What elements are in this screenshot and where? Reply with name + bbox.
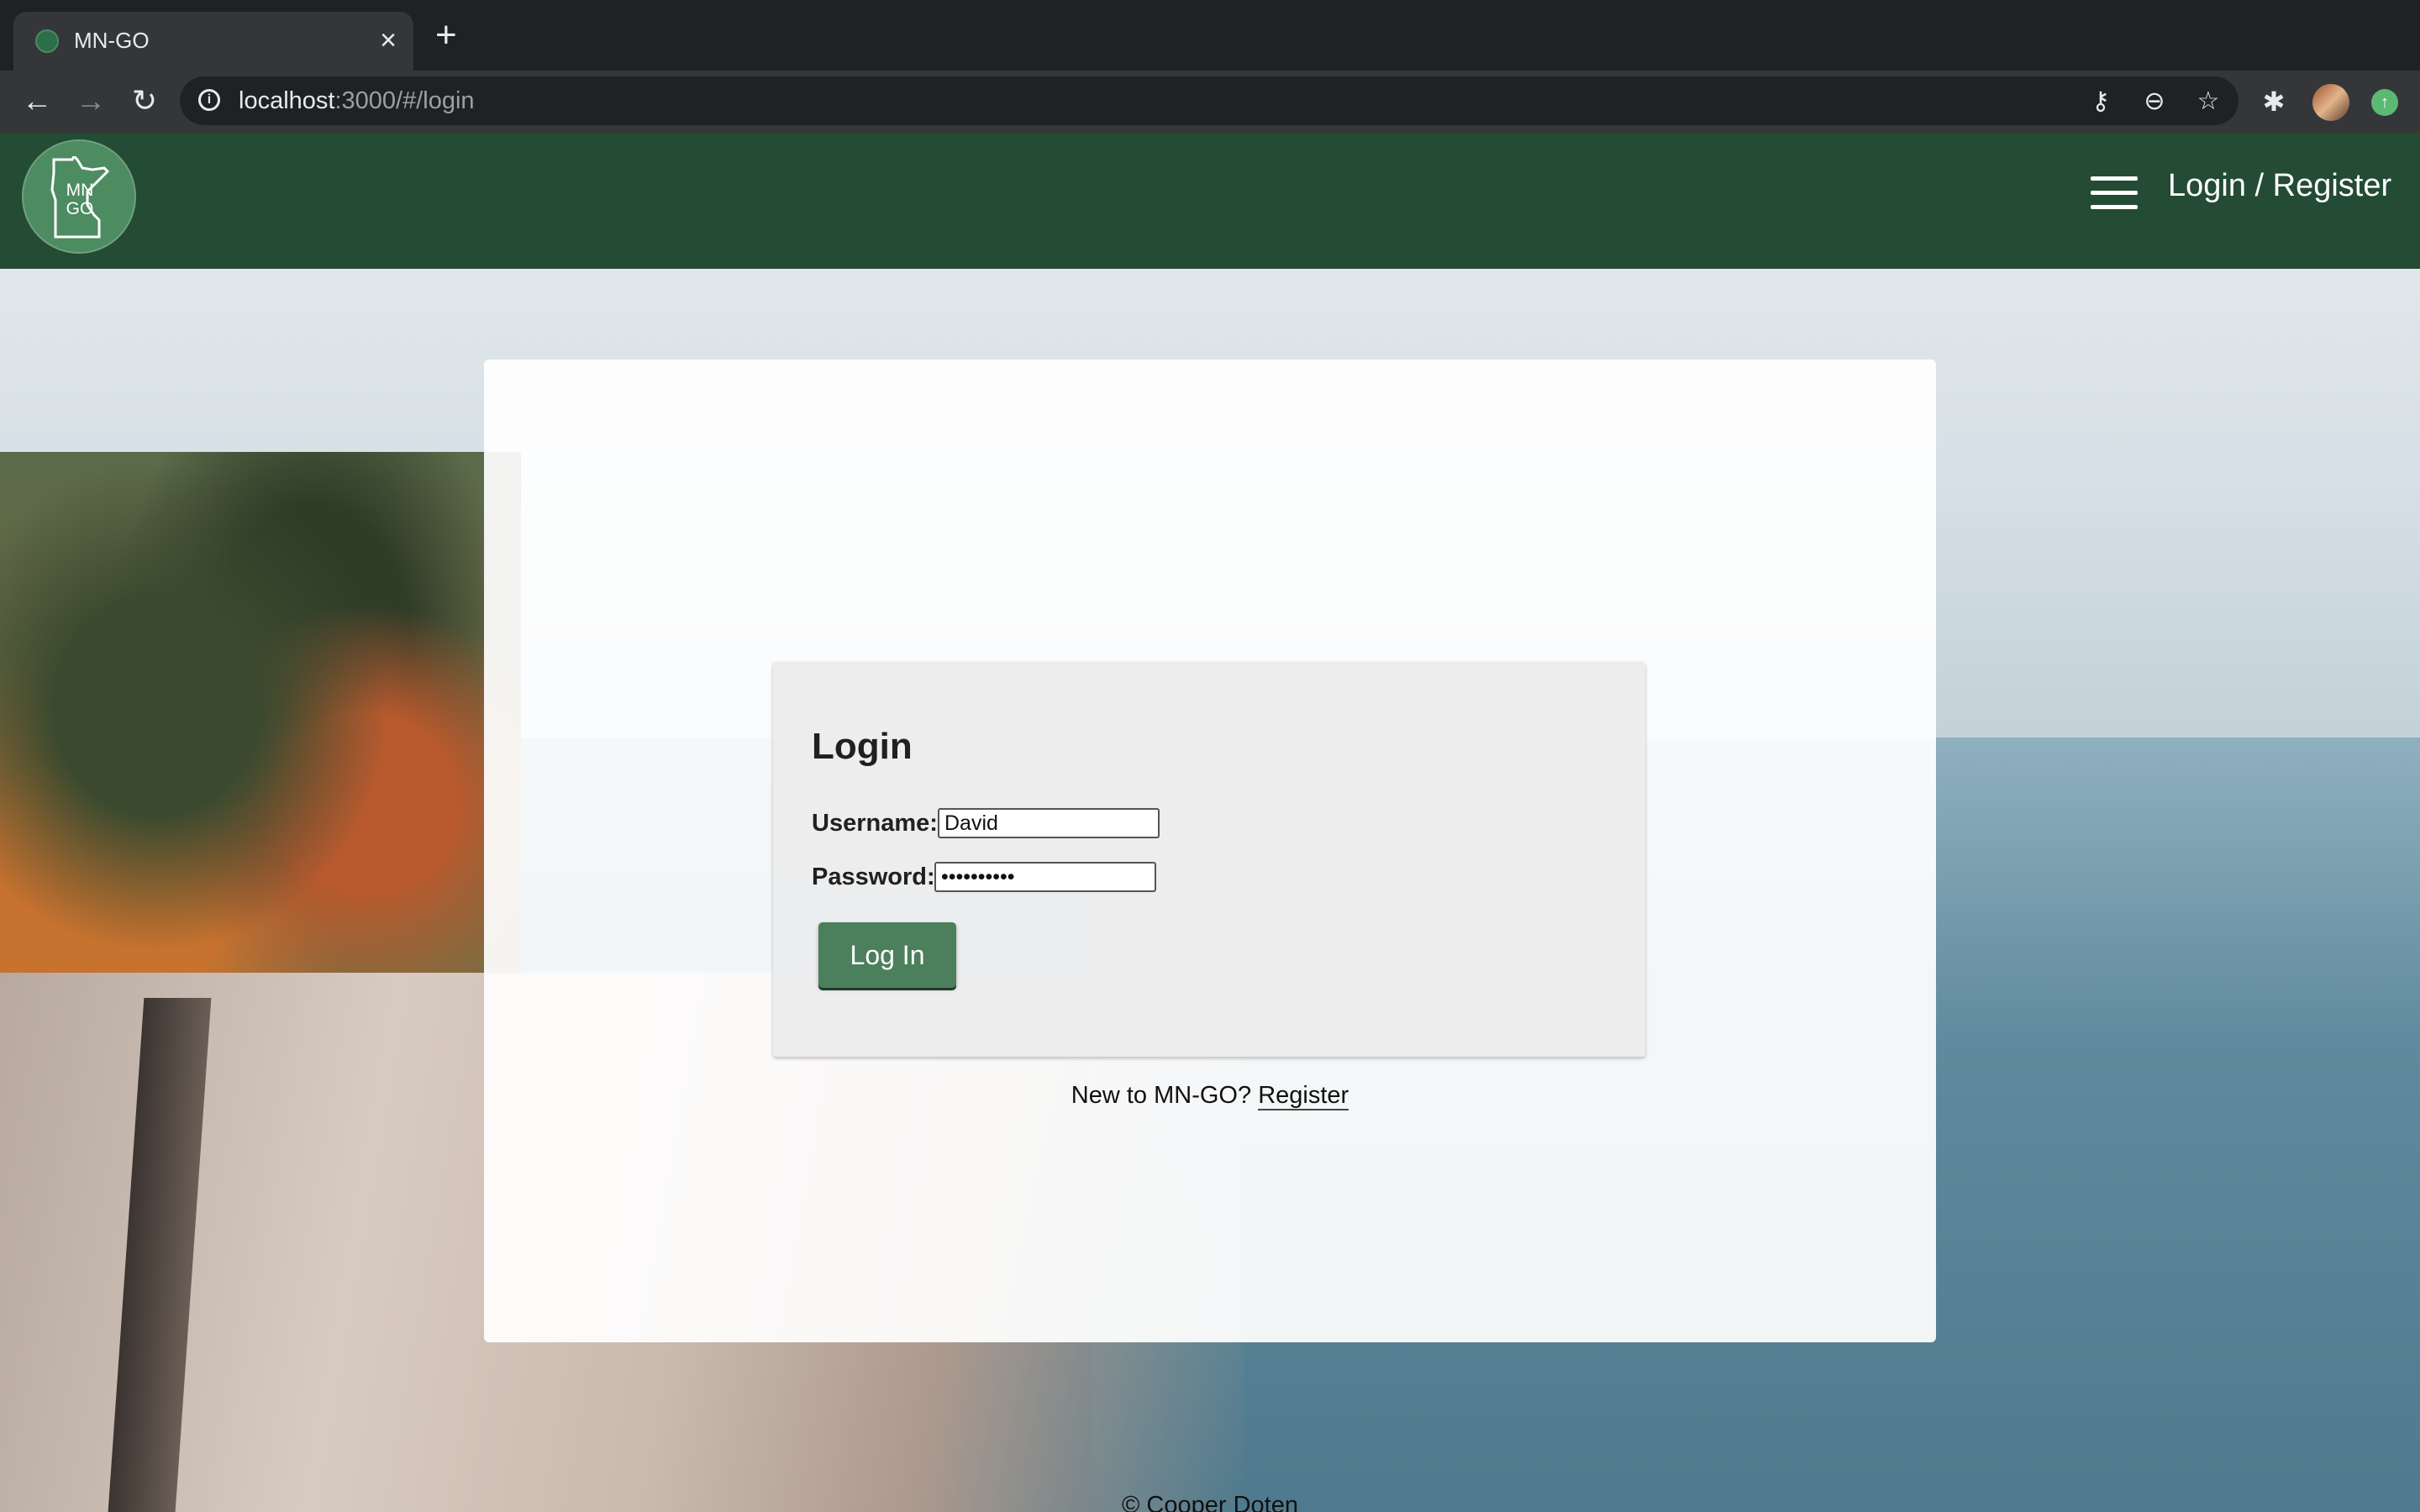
login-title: Login [812, 726, 913, 767]
info-icon[interactable]: i [198, 89, 220, 111]
star-icon[interactable]: ☆ [2191, 85, 2225, 118]
new-tab-icon[interactable]: + [435, 17, 457, 54]
forward-arrow-icon[interactable]: → [72, 82, 109, 119]
profile-avatar[interactable] [2312, 84, 2349, 121]
close-tab-icon[interactable]: × [380, 24, 397, 57]
back-arrow-icon[interactable]: ← [18, 82, 55, 119]
logo-text: MN GO [66, 181, 94, 218]
tab-title: MN-GO [74, 28, 150, 53]
address-bar[interactable]: i localhost:3000/#/login ⚷ ⊖ ☆ [180, 76, 2238, 125]
username-label: Username: [812, 810, 938, 837]
extensions-icon[interactable]: ✱ [2255, 83, 2292, 120]
browser-toolbar: ← → ↻ i localhost:3000/#/login ⚷ ⊖ ☆ ✱ ↑ [0, 71, 2420, 133]
hamburger-menu-icon[interactable] [2091, 176, 2138, 210]
update-icon[interactable]: ↑ [2371, 89, 2398, 116]
password-label: Password: [812, 864, 935, 890]
browser-tab[interactable]: MN-GO × [13, 12, 413, 71]
content-card: Login Username: Password: Log In New to … [484, 360, 1936, 1342]
site-header: MN GO Login / Register [0, 133, 2420, 269]
login-button[interactable]: Log In [818, 922, 956, 988]
page: MN GO Login / Register Login Username: P… [0, 133, 2420, 1512]
register-prompt-text: New to MN-GO? [1071, 1082, 1252, 1109]
register-link[interactable]: Register [1258, 1082, 1349, 1110]
favicon-icon [35, 29, 59, 53]
password-input[interactable] [934, 862, 1156, 892]
username-input[interactable] [938, 808, 1160, 838]
register-prompt: New to MN-GO? Register [484, 1082, 1936, 1110]
zoom-out-icon[interactable]: ⊖ [2138, 85, 2171, 118]
mn-go-logo[interactable]: MN GO [22, 139, 136, 254]
footer-copyright: © Cooper Doten [1122, 1492, 1298, 1512]
reload-icon[interactable]: ↻ [126, 82, 163, 119]
login-form: Login Username: Password: Log In [773, 662, 1645, 1057]
key-icon[interactable]: ⚷ [2084, 85, 2118, 118]
login-register-link[interactable]: Login / Register [2168, 168, 2391, 204]
tab-strip: MN-GO × + [0, 0, 2420, 71]
url-text[interactable]: localhost:3000/#/login [239, 87, 475, 115]
